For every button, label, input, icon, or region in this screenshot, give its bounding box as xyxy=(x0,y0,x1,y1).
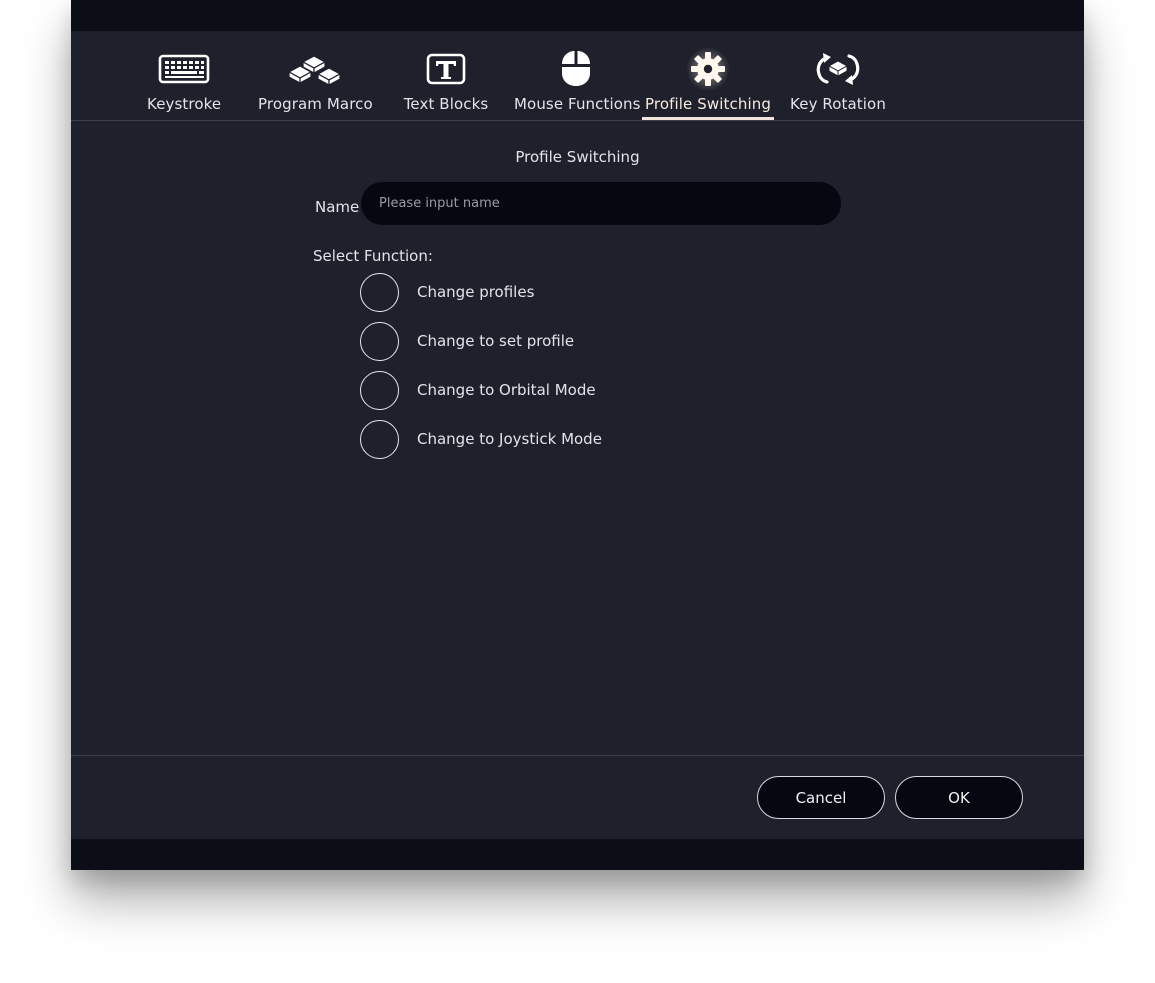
active-tab-indicator xyxy=(642,117,774,120)
select-function-label: Select Function: xyxy=(313,247,433,265)
option-label: Change to set profile xyxy=(417,332,575,350)
option-change-to-joystick-mode[interactable]: Change to Joystick Mode xyxy=(360,419,602,459)
function-tabs: Keystroke Program Marco Text Blocks Mous… xyxy=(71,31,1084,121)
radio-button[interactable] xyxy=(360,419,399,459)
tab-label: Profile Switching xyxy=(645,95,771,113)
tab-label: Text Blocks xyxy=(403,95,489,113)
tab-profile-switching[interactable]: Profile Switching xyxy=(642,31,774,120)
bottom-strip xyxy=(71,839,1084,870)
gear-icon xyxy=(678,47,738,91)
radio-button[interactable] xyxy=(360,272,399,312)
radio-button[interactable] xyxy=(360,321,399,361)
top-strip xyxy=(71,0,1084,31)
radio-button[interactable] xyxy=(360,370,399,410)
option-change-to-orbital-mode[interactable]: Change to Orbital Mode xyxy=(360,370,596,410)
name-input[interactable] xyxy=(361,182,841,225)
profile-switching-dialog: Keystroke Program Marco Text Blocks Mous… xyxy=(71,0,1084,870)
option-change-to-set-profile[interactable]: Change to set profile xyxy=(360,321,574,361)
footer-divider xyxy=(71,755,1084,756)
tab-program-marco[interactable]: Program Marco xyxy=(258,31,373,120)
tab-label: Mouse Functions xyxy=(514,95,641,113)
option-change-profiles[interactable]: Change profiles xyxy=(360,272,534,312)
option-label: Change profiles xyxy=(417,283,535,301)
option-label: Change to Orbital Mode xyxy=(417,381,596,399)
tab-keystroke[interactable]: Keystroke xyxy=(147,31,221,120)
tab-mouse-functions[interactable]: Mouse Functions xyxy=(514,31,641,120)
name-label: Name xyxy=(315,198,360,216)
tab-label: Key Rotation xyxy=(790,95,886,113)
option-label: Change to Joystick Mode xyxy=(417,430,602,448)
keycaps-icon xyxy=(285,49,345,89)
cancel-button[interactable]: Cancel xyxy=(757,776,885,819)
tab-text-blocks[interactable]: Text Blocks xyxy=(403,31,489,120)
keyboard-icon xyxy=(154,49,214,89)
page-title: Profile Switching xyxy=(515,148,640,166)
rotate-key-icon xyxy=(808,49,868,89)
tab-label: Keystroke xyxy=(147,95,222,113)
mouse-icon xyxy=(546,49,606,89)
ok-button[interactable]: OK xyxy=(895,776,1023,819)
text-block-icon xyxy=(416,49,476,89)
tab-label: Program Marco xyxy=(258,95,373,113)
tab-key-rotation[interactable]: Key Rotation xyxy=(789,31,887,120)
